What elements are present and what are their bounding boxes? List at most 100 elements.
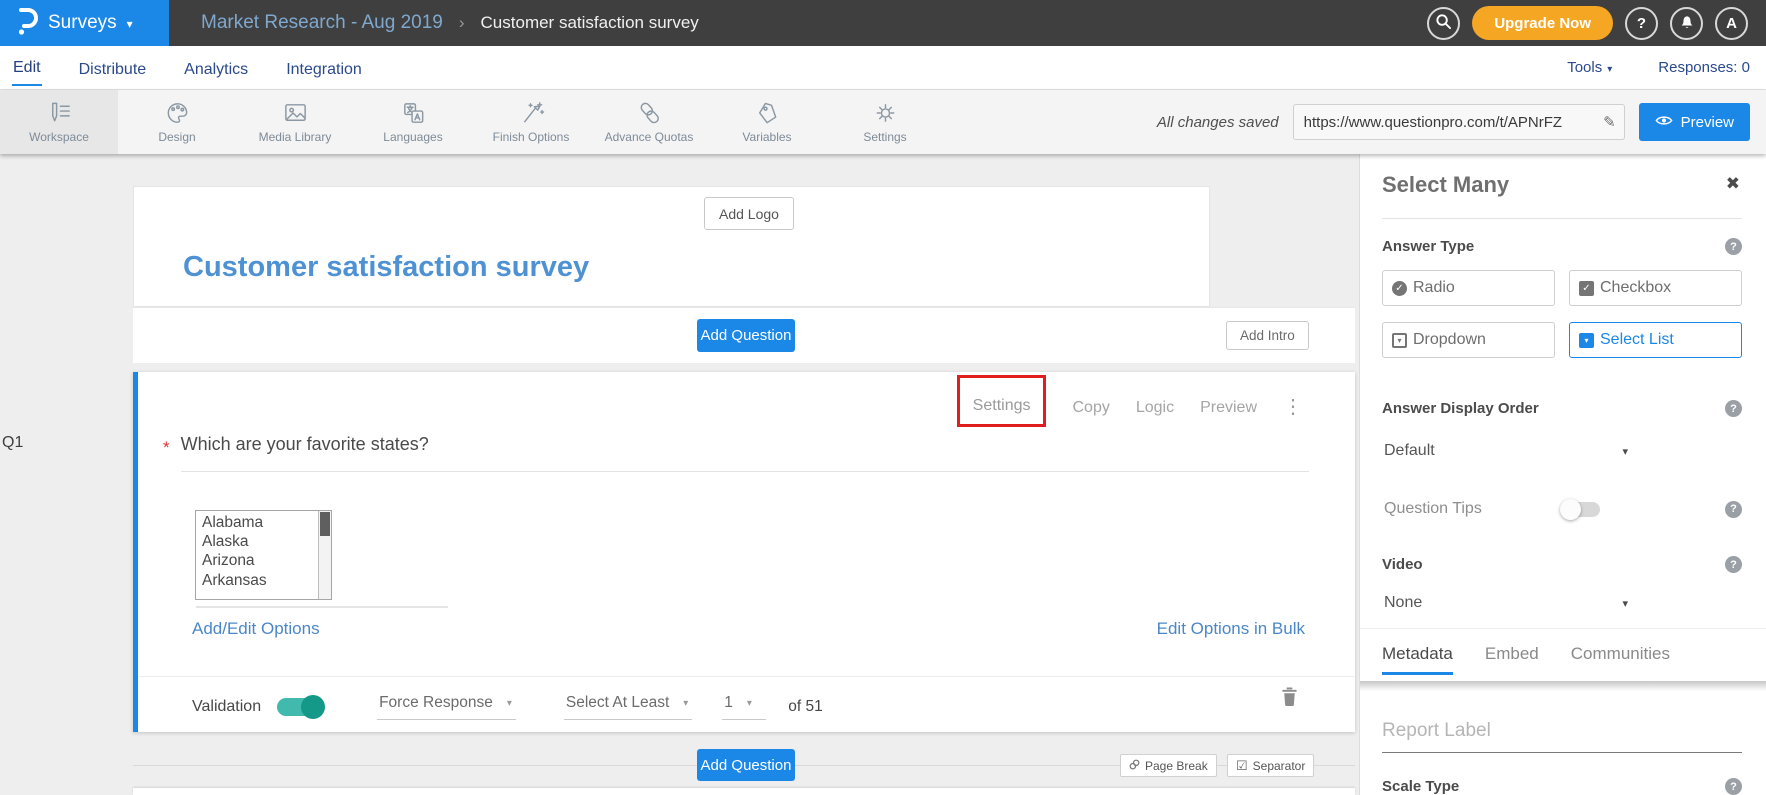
list-option[interactable]: Alaska: [202, 532, 318, 551]
toolbar-item-settings[interactable]: Settings: [826, 90, 944, 154]
help-icon[interactable]: ?: [1725, 238, 1742, 255]
add-logo-button[interactable]: Add Logo: [704, 197, 794, 230]
delete-question-button[interactable]: [1280, 686, 1299, 713]
caret-down-icon: ▾: [747, 698, 752, 709]
validation-type-select[interactable]: Force Response ▾: [377, 694, 516, 720]
close-icon[interactable]: ✖: [1726, 174, 1740, 194]
answer-type-radio[interactable]: ✓ Radio: [1382, 270, 1555, 306]
chain-links-icon: [636, 100, 663, 126]
listbox-scrollbar[interactable]: [318, 511, 331, 599]
panel-title: Select Many: [1382, 172, 1509, 198]
nav-right: Tools▾ Responses: 0: [1567, 59, 1750, 76]
edit-url-icon[interactable]: ✎: [1603, 113, 1616, 131]
tabs-scroll-shadow: [1360, 681, 1766, 691]
avatar[interactable]: A: [1715, 7, 1748, 40]
question-action-copy[interactable]: Copy: [1072, 399, 1109, 427]
radio-check-icon: ✓: [1392, 281, 1407, 296]
add-edit-options-link[interactable]: Add/Edit Options: [192, 619, 320, 639]
tab-analytics[interactable]: Analytics: [183, 51, 249, 86]
edit-options-in-bulk-link[interactable]: Edit Options in Bulk: [1157, 619, 1305, 639]
breadcrumb-folder[interactable]: Market Research - Aug 2019: [201, 12, 443, 34]
list-option[interactable]: Arizona: [202, 551, 318, 570]
tab-integration[interactable]: Integration: [285, 51, 363, 86]
top-bar: Surveys ▾ Market Research - Aug 2019 › C…: [0, 0, 1766, 46]
survey-header-card: Add Logo Customer satisfaction survey: [133, 186, 1210, 307]
tab-embed[interactable]: Embed: [1485, 644, 1539, 675]
between-questions-band: Add Question Page Break ☑ Separator: [133, 732, 1355, 788]
notifications-button[interactable]: [1670, 7, 1703, 40]
list-option[interactable]: Arkansas: [202, 571, 318, 590]
answer-type-dropdown[interactable]: ▾ Dropdown: [1382, 322, 1555, 358]
toolbar-item-variables[interactable]: Variables: [708, 90, 826, 154]
toolbar-item-label: Finish Options: [493, 130, 570, 144]
help-icon: ?: [1637, 15, 1646, 32]
upgrade-now-button[interactable]: Upgrade Now: [1472, 6, 1613, 40]
search-button[interactable]: [1427, 7, 1460, 40]
toolbar-item-advance-quotas[interactable]: Advance Quotas: [590, 90, 708, 154]
answer-type-checkbox[interactable]: ✓ Checkbox: [1569, 270, 1742, 306]
question-text-row: * Which are your favorite states?: [163, 434, 1309, 472]
breadcrumb-separator-icon: ›: [459, 13, 465, 33]
panel-divider: [1382, 218, 1742, 219]
toolbar-item-workspace[interactable]: Workspace: [0, 90, 118, 154]
question-tips-row: Question Tips ?: [1384, 500, 1742, 518]
surveys-app-menu[interactable]: Surveys ▾: [0, 0, 169, 46]
kebab-menu-icon[interactable]: ⋮: [1283, 394, 1303, 427]
toolbar-right: All changes saved https://www.questionpr…: [1157, 90, 1766, 154]
validation-rule-select[interactable]: Select At Least ▾: [564, 694, 692, 720]
tab-communities[interactable]: Communities: [1571, 644, 1670, 675]
answer-type-select-list[interactable]: ▾ Select List: [1569, 322, 1742, 358]
tabs-divider: [1360, 628, 1766, 629]
preview-button[interactable]: Preview: [1639, 103, 1750, 141]
list-option[interactable]: Alabama: [202, 513, 318, 532]
toolbar-item-languages[interactable]: Languages: [354, 90, 472, 154]
page-break-label: Page Break: [1145, 759, 1208, 773]
tab-metadata[interactable]: Metadata: [1382, 644, 1453, 675]
help-icon[interactable]: ?: [1725, 556, 1742, 573]
toolbar-item-label: Design: [158, 130, 195, 144]
answer-display-order-select[interactable]: Default ▾: [1384, 442, 1628, 460]
video-select[interactable]: None ▾: [1384, 594, 1628, 612]
survey-url-value[interactable]: https://www.questionpro.com/t/APNrFZ: [1304, 114, 1603, 131]
question-code: Q1: [2, 434, 23, 452]
add-question-button[interactable]: Add Question: [697, 319, 795, 352]
answer-listbox[interactable]: Alabama Alaska Arizona Arkansas: [195, 510, 332, 600]
answer-type-option-label: Radio: [1413, 279, 1455, 297]
dropdown-icon: ▾: [1392, 333, 1407, 348]
toolbar-item-finish-options[interactable]: Finish Options: [472, 90, 590, 154]
question-tips-toggle[interactable]: [1562, 502, 1600, 517]
question-action-preview[interactable]: Preview: [1200, 399, 1257, 427]
validation-toggle[interactable]: [277, 698, 323, 716]
validation-count-select[interactable]: 1 ▾: [722, 694, 766, 720]
select-list-icon: ▾: [1579, 333, 1594, 348]
validation-of-total: of 51: [788, 698, 822, 716]
tab-edit[interactable]: Edit: [12, 49, 42, 86]
question-action-logic[interactable]: Logic: [1136, 399, 1174, 427]
question-text-field[interactable]: Which are your favorite states?: [181, 434, 1309, 472]
help-icon[interactable]: ?: [1725, 778, 1742, 795]
tools-menu[interactable]: Tools▾: [1567, 59, 1612, 76]
help-button[interactable]: ?: [1625, 7, 1658, 40]
separator-label: Separator: [1253, 759, 1306, 773]
video-row: Video ?: [1382, 556, 1742, 573]
responses-count[interactable]: Responses: 0: [1658, 59, 1750, 76]
scrollbar-thumb[interactable]: [320, 512, 330, 536]
survey-nav: Edit Distribute Analytics Integration To…: [0, 46, 1766, 90]
answer-display-order-value: Default: [1384, 442, 1435, 460]
validation-type-value: Force Response: [379, 694, 493, 712]
question-action-settings[interactable]: Settings: [957, 375, 1047, 427]
tab-distribute[interactable]: Distribute: [78, 51, 148, 86]
report-label-field[interactable]: Report Label: [1382, 720, 1742, 753]
page-break-button[interactable]: Page Break: [1120, 754, 1217, 777]
answer-options: Alabama Alaska Arizona Arkansas: [196, 511, 318, 599]
separator-button[interactable]: ☑ Separator: [1227, 754, 1314, 777]
survey-url-field[interactable]: https://www.questionpro.com/t/APNrFZ ✎: [1293, 104, 1625, 140]
add-question-button-bottom[interactable]: Add Question: [697, 749, 795, 781]
help-icon[interactable]: ?: [1725, 501, 1742, 518]
toolbar-item-media-library[interactable]: Media Library: [236, 90, 354, 154]
survey-title[interactable]: Customer satisfaction survey: [183, 251, 589, 284]
question-text[interactable]: Which are your favorite states?: [181, 434, 429, 454]
help-icon[interactable]: ?: [1725, 400, 1742, 417]
add-intro-button[interactable]: Add Intro: [1226, 321, 1309, 350]
toolbar-item-design[interactable]: Design: [118, 90, 236, 154]
